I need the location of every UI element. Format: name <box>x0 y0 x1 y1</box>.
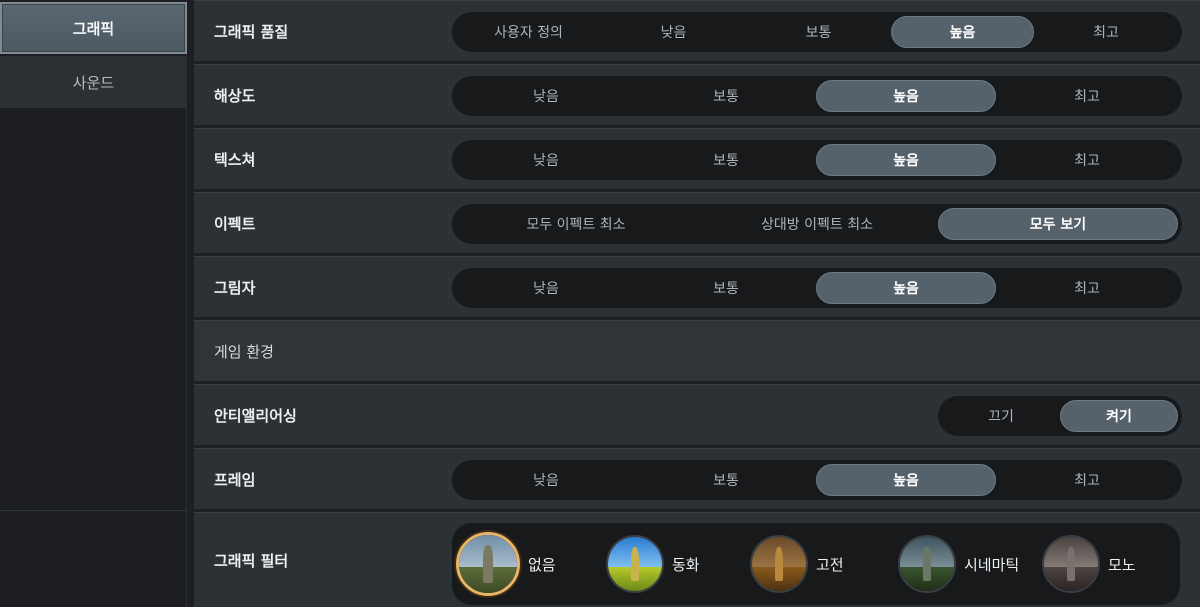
option-high[interactable]: 높음 <box>816 80 996 112</box>
filter-label: 없음 <box>528 555 556 574</box>
sidebar-tab-graphics[interactable]: 그래픽 <box>0 2 187 54</box>
sidebar-divider <box>0 510 187 511</box>
filter-option-fairytale[interactable]: 동화 <box>606 523 700 605</box>
antialiasing-toggle: 끄기 켜기 <box>938 396 1182 436</box>
option-off[interactable]: 끄기 <box>942 400 1060 432</box>
option-highest[interactable]: 최고 <box>996 272 1178 304</box>
row-label: 그래픽 품질 <box>214 22 289 41</box>
option-show-all[interactable]: 모두 보기 <box>938 208 1178 240</box>
row-frame: 프레임 낮음 보통 높음 최고 <box>194 448 1200 509</box>
row-shadow: 그림자 낮음 보통 높음 최고 <box>194 256 1200 317</box>
option-medium[interactable]: 보통 <box>636 144 816 176</box>
row-graphic-filter: 그래픽 필터 없음 동화 고전 시네마틱 모노 <box>194 512 1200 607</box>
option-low[interactable]: 낮음 <box>456 272 636 304</box>
option-low[interactable]: 낮음 <box>456 144 636 176</box>
resolution-selector: 낮음 보통 높음 최고 <box>452 76 1182 116</box>
option-highest[interactable]: 최고 <box>996 144 1178 176</box>
option-medium[interactable]: 보통 <box>746 16 891 48</box>
row-texture: 텍스쳐 낮음 보통 높음 최고 <box>194 128 1200 189</box>
option-high[interactable]: 높음 <box>891 16 1034 48</box>
section-game-environment: 게임 환경 <box>194 320 1200 381</box>
texture-selector: 낮음 보통 높음 최고 <box>452 140 1182 180</box>
option-all-effects-min[interactable]: 모두 이펙트 최소 <box>456 208 696 240</box>
filter-label: 시네마틱 <box>964 555 1020 574</box>
option-custom[interactable]: 사용자 정의 <box>456 16 601 48</box>
option-highest[interactable]: 최고 <box>996 464 1178 496</box>
row-label: 이펙트 <box>214 214 256 233</box>
option-highest[interactable]: 최고 <box>996 80 1178 112</box>
row-resolution: 해상도 낮음 보통 높음 최고 <box>194 64 1200 125</box>
filter-option-none[interactable]: 없음 <box>456 523 556 605</box>
row-effect: 이펙트 모두 이펙트 최소 상대방 이펙트 최소 모두 보기 <box>194 192 1200 253</box>
graphic-quality-selector: 사용자 정의 낮음 보통 높음 최고 <box>452 12 1182 52</box>
filter-label: 고전 <box>816 555 844 574</box>
row-graphic-quality: 그래픽 품질 사용자 정의 낮음 보통 높음 최고 <box>194 0 1200 61</box>
row-label: 그림자 <box>214 278 256 297</box>
filter-classic-thumbnail-icon <box>750 535 808 593</box>
option-low[interactable]: 낮음 <box>456 80 636 112</box>
row-label: 프레임 <box>214 470 256 489</box>
row-label: 안티앨리어싱 <box>214 406 297 425</box>
filter-option-classic[interactable]: 고전 <box>750 523 844 605</box>
frame-selector: 낮음 보통 높음 최고 <box>452 460 1182 500</box>
row-label: 텍스쳐 <box>214 150 256 169</box>
option-on[interactable]: 켜기 <box>1060 400 1178 432</box>
effect-selector: 모두 이펙트 최소 상대방 이펙트 최소 모두 보기 <box>452 204 1182 244</box>
option-highest[interactable]: 최고 <box>1034 16 1178 48</box>
option-high[interactable]: 높음 <box>816 144 996 176</box>
option-medium[interactable]: 보통 <box>636 80 816 112</box>
row-label: 그래픽 필터 <box>214 551 289 570</box>
option-opponent-effects-min[interactable]: 상대방 이펙트 최소 <box>696 208 938 240</box>
filter-cinematic-thumbnail-icon <box>898 535 956 593</box>
filter-mono-thumbnail-icon <box>1042 535 1100 593</box>
option-low[interactable]: 낮음 <box>601 16 746 48</box>
option-medium[interactable]: 보통 <box>636 272 816 304</box>
filter-fairytale-thumbnail-icon <box>606 535 664 593</box>
option-high[interactable]: 높음 <box>816 272 996 304</box>
settings-sidebar: 그래픽 사운드 <box>0 0 187 607</box>
filter-option-cinematic[interactable]: 시네마틱 <box>898 523 1019 605</box>
sidebar-tab-label: 사운드 <box>72 73 115 92</box>
row-label: 해상도 <box>214 86 256 105</box>
shadow-selector: 낮음 보통 높음 최고 <box>452 268 1182 308</box>
graphic-filter-selector: 없음 동화 고전 시네마틱 모노 <box>452 523 1180 605</box>
filter-label: 동화 <box>672 555 700 574</box>
option-medium[interactable]: 보통 <box>636 464 816 496</box>
sidebar-tab-sound[interactable]: 사운드 <box>0 56 187 108</box>
settings-content: 그래픽 품질 사용자 정의 낮음 보통 높음 최고 해상도 낮음 보통 높음 최… <box>194 0 1200 607</box>
option-low[interactable]: 낮음 <box>456 464 636 496</box>
filter-label: 모노 <box>1108 555 1136 574</box>
option-high[interactable]: 높음 <box>816 464 996 496</box>
row-antialiasing: 안티앨리어싱 끄기 켜기 <box>194 384 1200 445</box>
filter-none-thumbnail-icon <box>456 532 520 596</box>
section-title: 게임 환경 <box>214 342 274 361</box>
sidebar-tab-label: 그래픽 <box>72 19 115 38</box>
filter-option-mono[interactable]: 모노 <box>1042 523 1136 605</box>
